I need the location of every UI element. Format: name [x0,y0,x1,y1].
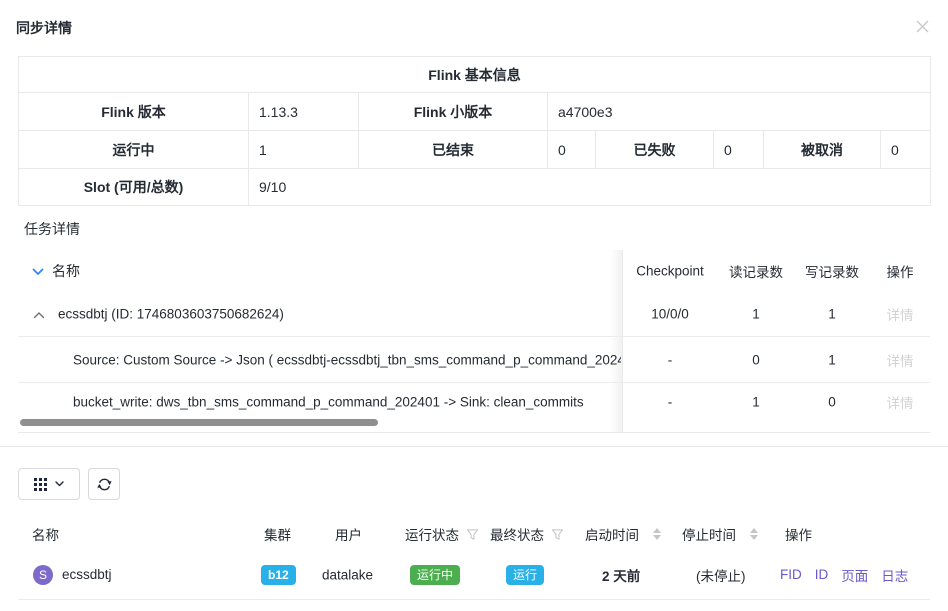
column-settings-button[interactable] [18,468,80,500]
finished-label: 已结束 [359,131,548,169]
run-status-badge: 运行中 [410,565,460,585]
job-stop-time: (未停止) [696,565,746,585]
chevron-down-icon [55,481,64,487]
column-header-name: 名称 [52,261,80,281]
slot-label: Slot (可用/总数) [19,169,249,206]
task-details-title: 任务详情 [24,219,80,239]
flink-minor-version-label: Flink 小版本 [359,93,548,131]
close-icon[interactable] [913,17,931,35]
page-title: 同步详情 [16,18,72,38]
job-start-time: 2 天前 [602,565,640,585]
task-write-count: 1 [794,352,870,367]
job-name: ecssdbtj [62,567,112,582]
section-divider [0,446,948,447]
job-user: datalake [322,567,373,582]
column-header-name: 名称 [32,524,59,544]
flink-info-title: Flink 基本信息 [19,57,931,93]
column-header-stop-time: 停止时间 [682,524,758,544]
log-link[interactable]: 日志 [881,565,908,585]
column-header-checkpoint: Checkpoint [622,264,718,279]
task-table-header: 名称 Checkpoint 读记录数 写记录数 操作 [18,250,930,292]
slot-value: 9/10 [249,169,931,206]
sorter-icon[interactable] [653,528,661,540]
task-write-count: 0 [794,395,870,410]
task-checkpoint: - [622,352,718,367]
task-name: bucket_write: dws_tbn_sms_command_p_comm… [73,395,621,410]
column-header-actions: 操作 [785,524,812,544]
page-link[interactable]: 页面 [841,565,868,585]
chevron-up-icon[interactable] [33,306,45,322]
filter-icon[interactable] [551,528,564,541]
task-read-count: 1 [718,307,794,322]
job-row: S ecssdbtj b12 datalake 运行中 运行 2 天前 (未停止… [18,550,930,600]
chevron-down-icon[interactable] [32,263,44,279]
task-row-source: Source: Custom Source -> Json ( ecssdbtj… [18,337,930,383]
task-read-count: 0 [718,352,794,367]
refresh-icon [97,477,112,492]
task-row-sink: bucket_write: dws_tbn_sms_command_p_comm… [18,383,930,421]
table-bottom-border [18,432,930,433]
finished-value: 0 [548,131,596,169]
cancelled-value: 0 [881,131,931,169]
horizontal-scrollbar[interactable] [20,419,378,426]
column-header-cluster: 集群 [264,524,291,544]
task-details-table: 名称 Checkpoint 读记录数 写记录数 操作 ecssdbtj (ID:… [0,250,948,433]
column-header-start-time: 启动时间 [585,524,661,544]
task-checkpoint: - [622,395,718,410]
task-detail-link[interactable]: 详情 [870,392,930,412]
cluster-badge: b12 [261,565,296,585]
refresh-button[interactable] [88,468,120,500]
filter-icon[interactable] [466,528,479,541]
task-detail-link[interactable]: 详情 [870,350,930,370]
grid-icon [34,478,47,491]
flink-version-value: 1.13.3 [249,93,359,131]
job-actions: FID ID 页面 日志 [780,565,908,585]
column-header-run-status: 运行状态 [405,524,479,544]
task-name: Source: Custom Source -> Json ( ecssdbtj… [73,352,621,367]
jobs-table-header: 名称 集群 用户 运行状态 最终状态 启动时间 停止时间 操作 [0,518,948,550]
id-link[interactable]: ID [815,567,829,582]
flink-info-table: Flink 基本信息 Flink 版本 1.13.3 Flink 小版本 a47… [18,56,931,206]
column-header-final-status: 最终状态 [490,524,564,544]
avatar: S [33,565,53,585]
running-label: 运行中 [19,131,249,169]
task-name: ecssdbtj (ID: 1746803603750682624) [58,307,620,322]
flink-minor-version-value: a4700e3 [548,93,931,131]
column-header-user: 用户 [335,524,362,544]
final-status-badge: 运行 [506,565,544,585]
column-header-write-records: 写记录数 [794,261,870,281]
task-detail-link[interactable]: 详情 [870,304,930,324]
cancelled-label: 被取消 [764,131,881,169]
task-read-count: 1 [718,395,794,410]
task-checkpoint: 10/0/0 [622,307,718,322]
sorter-icon[interactable] [750,528,758,540]
fid-link[interactable]: FID [780,567,802,582]
sync-details-modal: { "modal": { "title": "同步详情" }, "flink_i… [0,0,948,611]
running-value: 1 [249,131,359,169]
failed-value: 0 [714,131,764,169]
column-header-read-records: 读记录数 [718,261,794,281]
column-header-actions: 操作 [870,261,930,281]
task-write-count: 1 [794,307,870,322]
failed-label: 已失败 [596,131,714,169]
task-row-job: ecssdbtj (ID: 1746803603750682624) 10/0/… [18,292,930,337]
flink-version-label: Flink 版本 [19,93,249,131]
